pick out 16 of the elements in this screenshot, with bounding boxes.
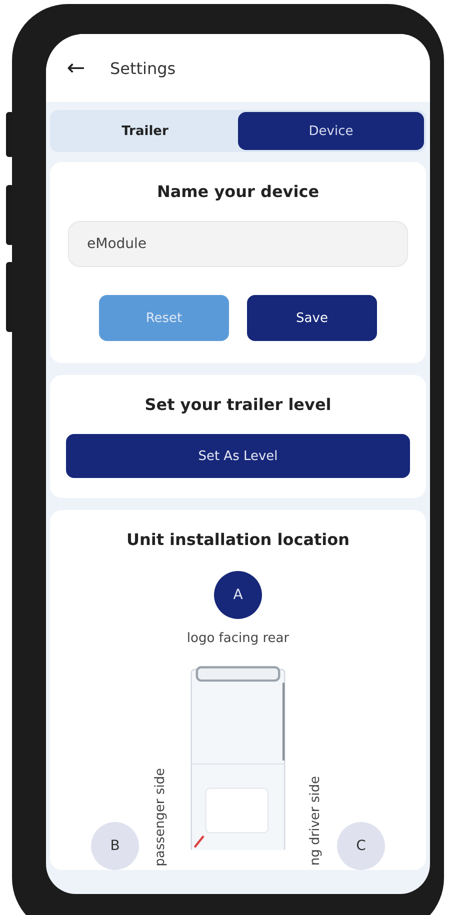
tab[interactable]: Trailer bbox=[52, 112, 238, 150]
option-button[interactable]: B bbox=[91, 822, 139, 870]
screen-title: Settings bbox=[110, 58, 176, 78]
option-caption: ng driver side bbox=[308, 776, 323, 866]
save-button[interactable]: Save bbox=[247, 295, 377, 341]
option-button[interactable]: C bbox=[337, 822, 385, 870]
option-caption: logo facing rear bbox=[186, 631, 290, 646]
option-caption: passenger side bbox=[153, 768, 168, 866]
option-button[interactable]: A bbox=[214, 571, 262, 619]
set-level-button[interactable]: Set As Level bbox=[66, 434, 410, 478]
tab[interactable]: Device bbox=[238, 112, 424, 150]
back-button[interactable]: ← bbox=[56, 56, 96, 80]
card-title: Set your trailer level bbox=[144, 395, 332, 414]
card-title: Name your device bbox=[156, 182, 320, 201]
name-field[interactable]: eModule bbox=[68, 221, 408, 267]
card-title: Unit installation location bbox=[126, 530, 350, 549]
